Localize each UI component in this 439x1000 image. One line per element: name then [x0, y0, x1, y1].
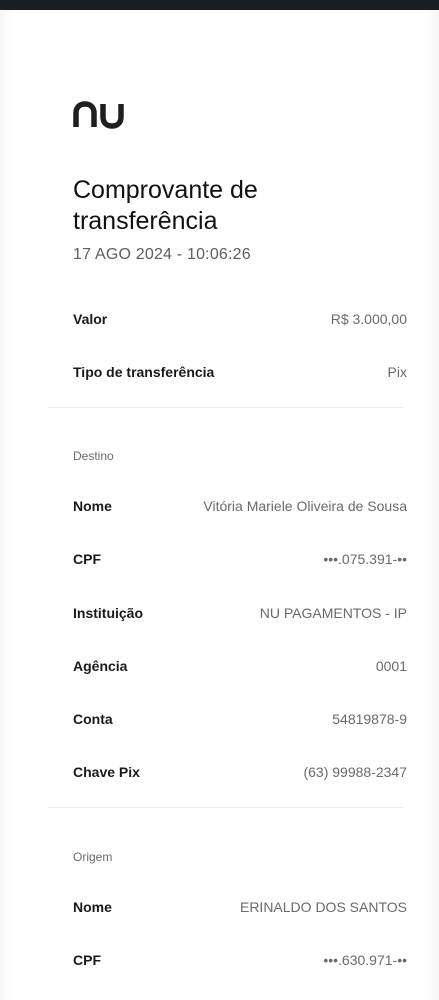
- row-label: Valor: [73, 311, 108, 327]
- summary-row-tipo: Tipo de transferência Pix: [73, 360, 407, 384]
- row-label: Nome: [73, 498, 112, 514]
- row-value: 0001: [375, 658, 407, 674]
- page-title: Comprovante de transferência: [73, 176, 258, 235]
- destino-row-cpf: CPF •••.075.391-••: [73, 547, 407, 571]
- row-label: Chave Pix: [73, 764, 140, 780]
- section-title-destino: Destino: [73, 449, 114, 463]
- summary-row-valor: Valor R$ 3.000,00: [73, 307, 407, 331]
- row-value: Vitória Mariele Oliveira de Sousa: [203, 498, 407, 514]
- row-label: Instituição: [73, 605, 144, 621]
- row-label: CPF: [73, 551, 101, 567]
- row-value: •••.075.391-••: [323, 551, 407, 567]
- destino-row-conta: Conta 54819878-9: [73, 707, 407, 731]
- row-value: ERINALDO DOS SANTOS: [239, 899, 407, 915]
- destino-row-instituicao: Instituição NU PAGAMENTOS - IP: [73, 601, 407, 625]
- destino-row-chave-pix: Chave Pix (63) 99988-2347: [73, 760, 407, 784]
- row-value: NU PAGAMENTOS - IP: [259, 605, 407, 621]
- origem-row-cpf: CPF •••.630.971-••: [73, 948, 407, 972]
- row-value: (63) 99988-2347: [303, 764, 407, 780]
- row-value: R$ 3.000,00: [330, 311, 407, 327]
- row-label: Agência: [73, 658, 128, 674]
- transfer-timestamp: 17 AGO 2024 - 10:06:26: [73, 246, 251, 263]
- row-value: Pix: [387, 364, 407, 380]
- origem-row-nome: Nome ERINALDO DOS SANTOS: [73, 895, 407, 919]
- section-title-origem: Origem: [73, 850, 113, 864]
- section-divider: [48, 807, 403, 808]
- row-value: 54819878-9: [332, 711, 407, 727]
- row-label: CPF: [73, 952, 101, 968]
- row-value: •••.630.971-••: [323, 952, 407, 968]
- destino-row-nome: Nome Vitória Mariele Oliveira de Sousa: [73, 494, 407, 518]
- section-divider: [48, 407, 403, 408]
- row-label: Conta: [73, 711, 113, 727]
- destino-row-agencia: Agência 0001: [73, 654, 407, 678]
- row-label: Nome: [73, 899, 112, 915]
- nubank-logo: [73, 101, 124, 129]
- status-bar: [0, 0, 439, 10]
- row-label: Tipo de transferência: [73, 364, 215, 380]
